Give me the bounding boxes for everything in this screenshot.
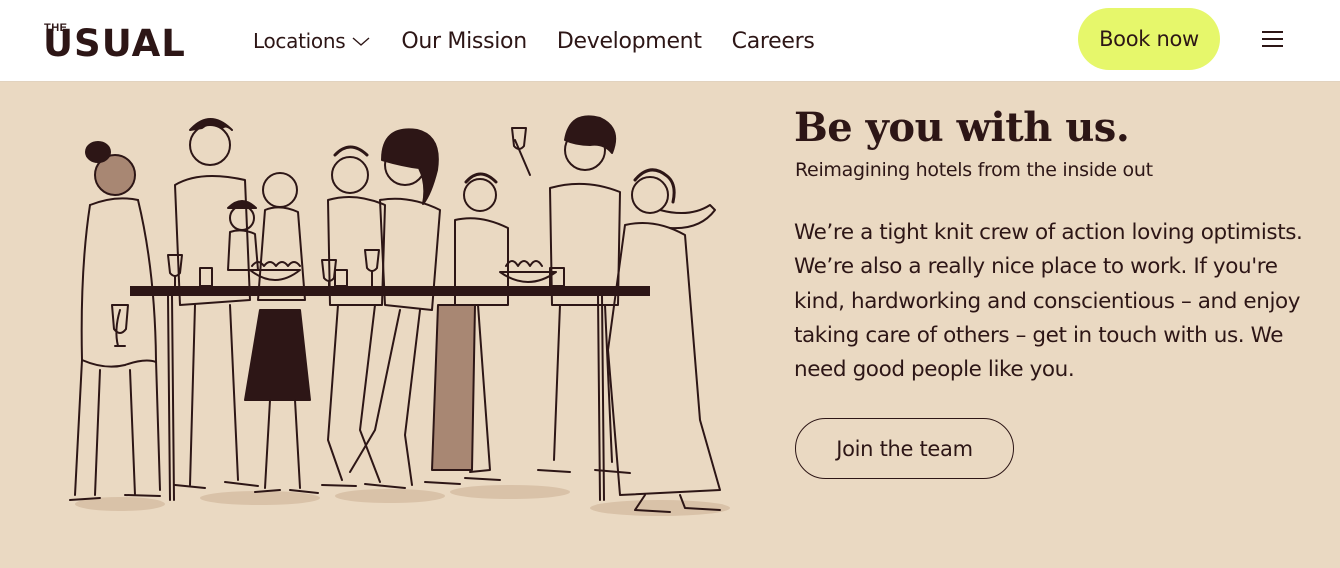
team-illustration [69, 115, 730, 516]
chevron-down-icon [352, 37, 370, 46]
hero-subtitle: Reimagining hotels from the inside out [795, 159, 1153, 181]
brand-logo[interactable]: THE USUAL [43, 22, 206, 65]
logo-wordmark: USUAL [43, 22, 186, 65]
join-the-team-button[interactable]: Join the team [795, 418, 1014, 479]
person-5 [349, 128, 441, 486]
person-3 [244, 172, 319, 494]
site-header: THE USUAL Locations Our Mission Developm… [0, 0, 1340, 82]
person-child [227, 200, 259, 271]
table [130, 286, 650, 501]
nav-item-our-mission[interactable]: Our Mission [401, 29, 527, 54]
hamburger-menu-icon[interactable] [1262, 30, 1284, 48]
book-now-button[interactable]: Book now [1078, 8, 1220, 70]
nav-item-locations[interactable]: Locations [253, 29, 371, 53]
nav-item-label: Locations [253, 29, 346, 53]
person-1 [69, 141, 161, 501]
main-nav: Locations Our Mission Development Career… [253, 26, 815, 56]
hero-body: We’re a tight knit crew of action loving… [794, 220, 1303, 383]
person-2 [174, 118, 259, 489]
person-6 [424, 172, 509, 485]
nav-item-careers[interactable]: Careers [732, 29, 815, 54]
hero-title: Be you with us. [794, 104, 1130, 151]
person-8 [607, 168, 721, 513]
nav-item-development[interactable]: Development [557, 29, 702, 54]
